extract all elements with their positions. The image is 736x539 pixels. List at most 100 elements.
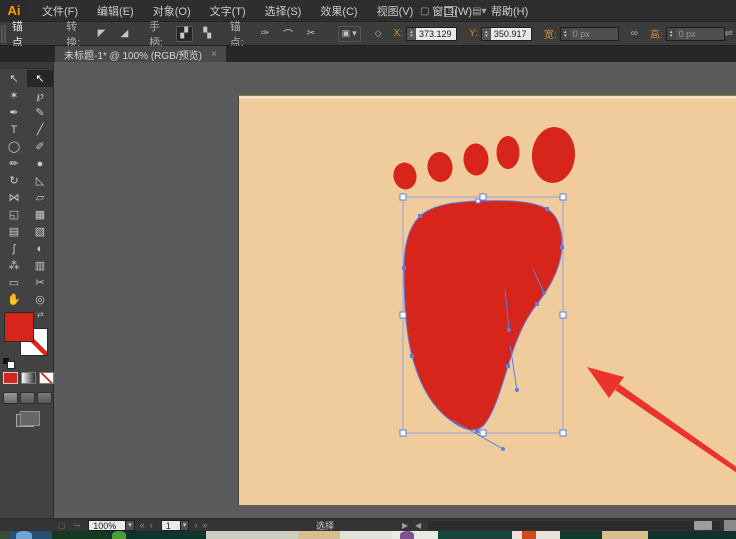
- draw-behind-button[interactable]: [20, 392, 35, 404]
- taskbar-segment[interactable]: [648, 531, 736, 539]
- x-spinner[interactable]: ▴▾: [407, 28, 416, 40]
- workspace-switcher-icon[interactable]: ▤▾: [472, 6, 486, 17]
- collapse-icon[interactable]: ▢: [58, 521, 66, 530]
- taskbar-segment[interactable]: [298, 531, 340, 539]
- height-spinner[interactable]: ▴▾: [667, 28, 676, 40]
- rotate-tool[interactable]: ↻: [1, 172, 27, 189]
- line-segment-tool[interactable]: ╱: [27, 121, 53, 138]
- paintbrush-tool[interactable]: ✐: [27, 138, 53, 155]
- ellipse-tool[interactable]: ◯: [1, 138, 27, 155]
- prev-artboard-icon[interactable]: ‹: [150, 520, 153, 530]
- swap-fill-stroke-icon[interactable]: ⇄: [37, 310, 44, 319]
- menu-c[interactable]: 效果(C): [320, 3, 357, 19]
- scrollbar-thumb[interactable]: [694, 521, 712, 530]
- menu-s[interactable]: 选择(S): [265, 3, 302, 19]
- windows-taskbar[interactable]: [0, 531, 736, 539]
- pen-tool[interactable]: ✒: [1, 104, 27, 121]
- shape-builder-tool[interactable]: ◱: [1, 206, 27, 223]
- x-input[interactable]: ▴▾ 373.129: [406, 27, 457, 41]
- artboard-tool[interactable]: ▭: [1, 274, 27, 291]
- free-transform-tool[interactable]: ▱: [27, 189, 53, 206]
- document-tab[interactable]: 未标题-1* @ 100% (RGB/预览) ×: [55, 46, 226, 62]
- first-artboard-icon[interactable]: «: [140, 520, 145, 530]
- menu-o[interactable]: 对象(O): [153, 3, 191, 19]
- width-tool[interactable]: ⋈: [1, 189, 27, 206]
- default-fill-stroke-icon[interactable]: [3, 358, 14, 368]
- blend-tool[interactable]: ◐: [27, 240, 53, 257]
- toe-shape[interactable]: [497, 136, 520, 169]
- scale-tool[interactable]: ◺: [27, 172, 53, 189]
- show-handles-icon[interactable]: ▞: [176, 26, 193, 42]
- panel-grip-handle[interactable]: [1, 25, 6, 43]
- zoom-dropdown-icon[interactable]: ▾: [126, 520, 135, 531]
- taskbar-segment[interactable]: [206, 531, 298, 539]
- artboard-dropdown-icon[interactable]: ▾: [181, 520, 190, 531]
- menu-f[interactable]: 文件(F): [42, 3, 78, 19]
- panel-expand-icon[interactable]: ▶: [402, 521, 408, 530]
- toe-shape[interactable]: [391, 161, 418, 192]
- big-toe-shape[interactable]: [530, 126, 577, 185]
- draw-inside-button[interactable]: [37, 392, 52, 404]
- artboard-input[interactable]: 1: [161, 520, 181, 531]
- footprint-toes[interactable]: [391, 126, 577, 192]
- type-tool[interactable]: T: [1, 121, 27, 138]
- taskbar-segment[interactable]: [340, 531, 392, 539]
- zoom-input[interactable]: 100%: [88, 520, 126, 531]
- slice-tool[interactable]: ✂: [27, 274, 53, 291]
- mesh-tool[interactable]: ▤: [1, 223, 27, 240]
- direct-selection-tool[interactable]: ↖: [27, 70, 53, 87]
- next-artboard-icon[interactable]: ›: [194, 520, 197, 530]
- symbol-sprayer-tool[interactable]: ⁂: [1, 257, 27, 274]
- hand-tool[interactable]: ✋: [1, 291, 27, 308]
- connect-endpoints-icon[interactable]: ⌒: [280, 26, 297, 42]
- height-input[interactable]: ▴▾ 0 px: [666, 27, 725, 41]
- cut-path-icon[interactable]: ✂: [303, 26, 320, 42]
- announce-icon[interactable]: ◅: [502, 6, 510, 17]
- toe-shape[interactable]: [426, 151, 454, 183]
- lasso-tool[interactable]: ℘: [27, 87, 53, 104]
- taskbar-segment[interactable]: [560, 531, 602, 539]
- taskbar-segment[interactable]: [52, 531, 108, 539]
- canvas[interactable]: [54, 62, 736, 518]
- transform-more-icon[interactable]: ⇌: [725, 28, 733, 39]
- export-icon[interactable]: ↪: [74, 521, 81, 530]
- arrange-documents-icon[interactable]: ▢: [420, 6, 429, 17]
- constrain-proportions-icon[interactable]: ∞: [631, 28, 638, 39]
- menu-v[interactable]: 视图(V): [377, 3, 414, 19]
- column-graph-tool[interactable]: ▥: [27, 257, 53, 274]
- curvature-tool[interactable]: ✎: [27, 104, 53, 121]
- taskbar-segment[interactable]: [392, 531, 438, 539]
- none-button[interactable]: [39, 372, 54, 384]
- toolbar-grip[interactable]: [0, 62, 53, 69]
- pencil-tool[interactable]: ✏: [1, 155, 27, 172]
- corner-widget-button[interactable]: ▣ ▾: [338, 26, 361, 42]
- taskbar-app-icon[interactable]: [112, 531, 126, 539]
- magic-wand-tool[interactable]: ✶: [1, 87, 27, 104]
- selection-tool[interactable]: ↖: [1, 70, 27, 87]
- adobe-stock-icon[interactable]: St: [444, 6, 457, 17]
- gradient-tool[interactable]: ▧: [27, 223, 53, 240]
- y-input[interactable]: ▴▾ 350.917: [481, 27, 532, 41]
- scroll-left-icon[interactable]: ◀: [415, 521, 421, 530]
- taskbar-segment[interactable]: [0, 531, 10, 539]
- gradient-button[interactable]: [21, 372, 36, 384]
- remove-anchor-icon[interactable]: ✑: [257, 26, 274, 42]
- convert-corner-icon[interactable]: ◢: [116, 26, 133, 42]
- menu-t[interactable]: 文字(T): [210, 3, 246, 19]
- y-spinner[interactable]: ▴▾: [482, 28, 491, 40]
- menu-e[interactable]: 编辑(E): [97, 3, 134, 19]
- last-artboard-icon[interactable]: »: [202, 520, 207, 530]
- taskbar-segment[interactable]: [142, 531, 206, 539]
- footprint-sole-shape[interactable]: [404, 201, 562, 430]
- taskbar-app-icon[interactable]: [16, 531, 32, 539]
- taskbar-segment[interactable]: [438, 531, 512, 539]
- fill-swatch[interactable]: [4, 312, 34, 342]
- draw-normal-button[interactable]: [3, 392, 18, 404]
- toe-shape[interactable]: [463, 143, 490, 176]
- perspective-grid-tool[interactable]: ▦: [27, 206, 53, 223]
- width-input[interactable]: ▴▾ 0 px: [560, 27, 619, 41]
- taskbar-segment[interactable]: [602, 531, 648, 539]
- tab-close-icon[interactable]: ×: [211, 49, 217, 60]
- taskbar-app-icon[interactable]: [522, 531, 536, 539]
- eyedropper-tool[interactable]: ʃ: [1, 240, 27, 257]
